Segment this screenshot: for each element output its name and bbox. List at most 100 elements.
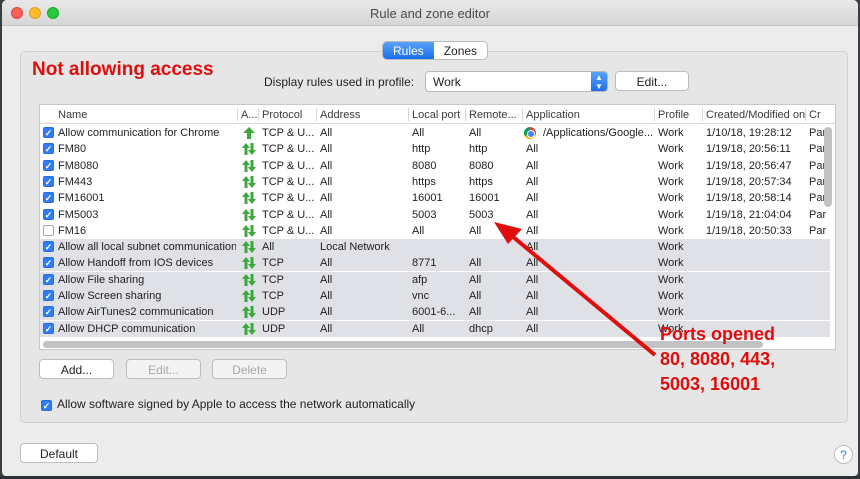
rule-name: Allow Handoff from IOS devices bbox=[58, 257, 214, 270]
rule-enabled-checkbox[interactable]: ✓ bbox=[43, 241, 54, 253]
rule-protocol: TCP bbox=[262, 273, 284, 286]
rule-enabled-checkbox[interactable]: ✓ bbox=[43, 306, 54, 318]
column-separator bbox=[258, 108, 259, 121]
rule-name: Allow DHCP communication bbox=[58, 322, 196, 335]
rule-local-port: 8771 bbox=[412, 257, 437, 270]
rule-enabled-checkbox[interactable]: ✓ bbox=[43, 273, 54, 285]
rule-enabled-checkbox[interactable]: ✓ bbox=[43, 192, 54, 204]
table-row[interactable]: ✓ Allow Handoff from IOS devices TCP All 877… bbox=[40, 255, 830, 272]
tab-zones[interactable]: Zones bbox=[434, 42, 487, 59]
rule-remote-port: All bbox=[469, 290, 482, 302]
edit-rule-button[interactable]: Edit... bbox=[126, 359, 201, 379]
rule-enabled-checkbox[interactable]: ✓ bbox=[43, 224, 54, 236]
rule-address: All bbox=[320, 273, 333, 286]
rule-profile: Work bbox=[658, 306, 684, 319]
rule-remote-port: All bbox=[469, 224, 482, 237]
profile-select[interactable]: Work ▲ ▼ bbox=[425, 71, 608, 92]
table-row[interactable]: ✓ FM16001 TCP & U... All 16001 16001 All Work 1/… bbox=[40, 190, 830, 206]
rule-application: All bbox=[526, 241, 539, 254]
bidirectional-arrow-icon bbox=[242, 273, 256, 286]
table-row[interactable]: ✓ FM80 TCP & U... All http http All Work 1/19/18… bbox=[40, 141, 830, 157]
table-row[interactable]: ✓ Allow File sharing TCP All afp All All Work bbox=[40, 271, 830, 288]
rule-profile: Work bbox=[658, 143, 684, 156]
rule-local-port: All bbox=[412, 322, 425, 335]
table-row[interactable]: ✓ Allow Screen sharing TCP All vnc All All Work bbox=[40, 288, 830, 304]
rule-address: All bbox=[320, 322, 333, 335]
horizontal-scrollbar[interactable] bbox=[43, 341, 763, 348]
rule-address: All bbox=[320, 290, 333, 302]
column-header-profile[interactable]: Profile bbox=[658, 109, 700, 121]
column-header-address[interactable]: Address bbox=[320, 109, 405, 121]
column-separator bbox=[237, 108, 238, 121]
rule-enabled-checkbox[interactable]: ✓ bbox=[43, 290, 54, 301]
allow-signed-checkbox[interactable]: ✓ bbox=[41, 400, 52, 411]
rule-name: FM16001 bbox=[58, 192, 105, 205]
column-header-action[interactable]: A... bbox=[241, 109, 257, 121]
rule-enabled-checkbox[interactable]: ✓ bbox=[43, 143, 54, 155]
rule-local-port: All bbox=[412, 224, 425, 237]
rule-profile: Work bbox=[658, 208, 684, 221]
allow-signed-option[interactable]: ✓ Allow software signed by Apple to acces… bbox=[41, 397, 415, 411]
rule-created: 1/19/18, 21:04:04 bbox=[706, 208, 792, 221]
column-header-creator[interactable]: Cr bbox=[809, 109, 829, 121]
profile-label: Display rules used in profile: bbox=[264, 75, 415, 89]
rule-name: FM443 bbox=[58, 175, 93, 188]
rule-address: All bbox=[320, 192, 333, 205]
column-header-name[interactable]: Name bbox=[58, 109, 233, 121]
rule-remote-port: dhcp bbox=[469, 322, 493, 335]
rule-application: All bbox=[526, 306, 539, 319]
rule-application: All bbox=[526, 224, 539, 237]
rule-name: FM5003 bbox=[58, 208, 99, 221]
rule-local-port: 8080 bbox=[412, 159, 437, 172]
table-row[interactable]: ✓ FM16 TCP & U... All All All All Work 1/19/18, … bbox=[40, 223, 830, 239]
column-separator bbox=[805, 108, 806, 121]
table-row[interactable]: ✓ Allow all local subnet communication All… bbox=[40, 239, 830, 256]
rule-protocol: TCP bbox=[262, 257, 284, 270]
table-row[interactable]: ✓ FM443 TCP & U... All https https All Work 1/19… bbox=[40, 174, 830, 190]
rule-remote-port: 16001 bbox=[469, 192, 500, 205]
rule-remote-port: https bbox=[469, 175, 493, 188]
rule-enabled-checkbox[interactable]: ✓ bbox=[43, 175, 54, 187]
rule-enabled-checkbox[interactable]: ✓ bbox=[43, 159, 54, 171]
column-header-created[interactable]: Created/Modified on bbox=[706, 109, 806, 121]
column-header-protocol[interactable]: Protocol bbox=[262, 109, 314, 121]
column-header-local-port[interactable]: Local port bbox=[412, 109, 464, 121]
rule-remote-port: All bbox=[469, 257, 482, 270]
tab-rules[interactable]: Rules bbox=[383, 42, 434, 59]
rule-creator: Par bbox=[809, 224, 827, 237]
rule-remote-port: All bbox=[469, 306, 482, 319]
rule-enabled-checkbox[interactable]: ✓ bbox=[43, 127, 54, 138]
rule-enabled-checkbox[interactable]: ✓ bbox=[43, 322, 54, 334]
table-row[interactable]: ✓ FM5003 TCP & U... All 5003 5003 All Work 1/19/… bbox=[40, 207, 830, 223]
column-header-application[interactable]: Application bbox=[526, 109, 651, 121]
rule-remote-port: 5003 bbox=[469, 208, 494, 221]
title-bar[interactable]: Rule and zone editor bbox=[2, 0, 858, 26]
table-row[interactable]: ✓ Allow AirTunes2 communication UDP All 6001… bbox=[40, 304, 830, 321]
rule-profile: Work bbox=[658, 127, 684, 139]
column-header-remote-port[interactable]: Remote... bbox=[469, 109, 521, 121]
rule-name: Allow AirTunes2 communication bbox=[58, 306, 214, 319]
vertical-scrollbar[interactable] bbox=[824, 127, 832, 207]
rule-protocol: TCP & U... bbox=[262, 192, 315, 205]
rule-name: Allow all local subnet communication bbox=[58, 241, 236, 254]
rule-local-port: 16001 bbox=[412, 192, 443, 205]
rule-protocol: TCP & U... bbox=[262, 143, 315, 156]
delete-rule-button[interactable]: Delete bbox=[212, 359, 287, 379]
rule-protocol: UDP bbox=[262, 306, 286, 319]
rule-application: All bbox=[526, 143, 539, 156]
help-button[interactable]: ? bbox=[834, 445, 853, 464]
rule-application: All bbox=[526, 175, 539, 188]
edit-profile-button[interactable]: Edit... bbox=[615, 71, 689, 91]
rule-application: All bbox=[526, 192, 539, 205]
rule-name: FM8080 bbox=[58, 159, 99, 172]
table-row[interactable]: ✓ Allow communication for Chrome TCP & U..… bbox=[40, 125, 830, 141]
rule-enabled-checkbox[interactable]: ✓ bbox=[43, 257, 54, 269]
rule-address: All bbox=[320, 306, 333, 319]
rule-enabled-checkbox[interactable]: ✓ bbox=[43, 208, 54, 220]
add-rule-button[interactable]: Add... bbox=[39, 359, 114, 379]
default-button[interactable]: Default bbox=[20, 443, 98, 463]
annotation-ports-line-2: 80, 8080, 443, bbox=[660, 349, 776, 369]
column-separator bbox=[316, 108, 317, 121]
table-row[interactable]: ✓ FM8080 TCP & U... All 8080 8080 All Work 1/19/… bbox=[40, 158, 830, 174]
rule-protocol: TCP bbox=[262, 290, 284, 302]
